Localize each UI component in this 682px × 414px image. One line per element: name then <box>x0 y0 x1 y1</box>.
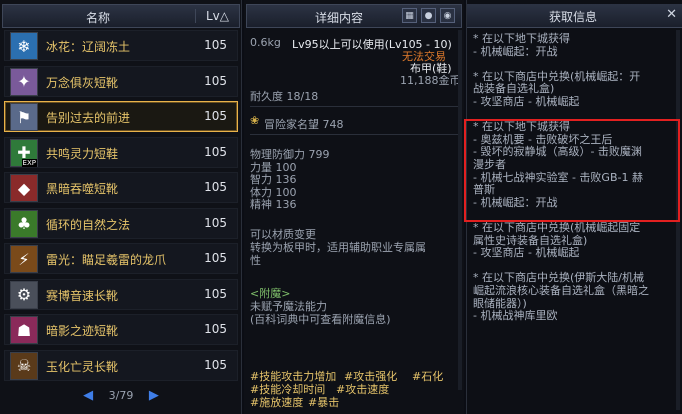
item-name: 万念俱灰短靴 <box>46 75 119 90</box>
list-item[interactable]: ⚙ 赛博音速长靴 105 <box>4 278 238 310</box>
tag-link[interactable]: #攻击速度 <box>336 381 389 397</box>
detail-panel: 详细内容 ▦ ● ◉ 0.6kg Lv95以上可以使用(Lv105 - 10) … <box>244 0 464 414</box>
exp-badge: EXP <box>21 158 37 167</box>
pager: ◀ 3/79 ▶ <box>0 388 242 408</box>
item-name: 雷光：瞄足羲雷的龙爪 <box>46 253 167 267</box>
source-title: 获取信息 <box>549 10 598 24</box>
ice-boots-icon: ❄ <box>10 32 38 60</box>
resonance-shoes-icon: ✚ EXP <box>10 138 38 167</box>
adventure-icon: ❀ <box>250 114 260 127</box>
lock-icon[interactable]: ● <box>421 8 436 23</box>
divider <box>250 106 458 107</box>
page-indicator: 3/79 <box>108 389 134 402</box>
item-level: 105 <box>204 180 227 194</box>
item-level: 105 <box>204 215 227 230</box>
tag-link[interactable]: #暴击 <box>308 394 339 410</box>
thunder-claw-icon: ⚡ <box>10 245 38 273</box>
prev-page-icon[interactable]: ◀ <box>81 388 95 403</box>
list-header: 名称 Lv△ <box>2 4 240 28</box>
item-level: 105 <box>204 73 227 88</box>
transform-line-2: 转换为板甲时，适用辅助职业专属属 <box>250 241 426 254</box>
item-name: 循环的自然之法 <box>46 217 131 232</box>
list-item[interactable]: ♣ 循环的自然之法 105 <box>4 207 238 239</box>
adventure-fame: 冒险家名望 748 <box>264 118 344 131</box>
item-level: 105 <box>204 322 227 336</box>
item-name: 玉化亡灵长靴 <box>46 359 119 374</box>
list-item[interactable]: ✦ 万念俱灰短靴 105 <box>4 65 238 97</box>
item-level: 105 <box>204 286 227 301</box>
detail-title: 详细内容 <box>315 11 364 25</box>
source-line: - 攻坚商店 - 机械崛起 <box>473 246 580 260</box>
item-name: 暗影之迹短靴 <box>46 324 119 338</box>
shadow-boots-icon: ☗ <box>10 316 38 344</box>
source-line: - 机械崛起：开战 <box>473 44 558 58</box>
list-item[interactable]: ☠ 玉化亡灵长靴 105 <box>4 349 238 381</box>
column-header-name[interactable]: 名称 <box>3 9 193 26</box>
dark-boots-icon: ◆ <box>10 174 38 202</box>
item-name: 共鸣灵力短鞋 <box>46 146 119 161</box>
item-name: 赛博音速长靴 <box>46 288 119 303</box>
divider <box>250 134 458 135</box>
jade-boots-icon: ☠ <box>10 351 38 380</box>
list-item[interactable]: ⚑ 告别过去的前进 105 <box>4 101 238 132</box>
detail-body: 0.6kg Lv95以上可以使用(Lv105 - 10) 无法交易 布甲(鞋) … <box>250 30 460 360</box>
detail-scrollbar[interactable] <box>458 30 462 390</box>
gray-boots-icon: ✦ <box>10 67 38 96</box>
source-line: - 机械战神库里欧 <box>473 309 558 323</box>
item-level: 105 <box>204 357 227 372</box>
nature-boots-icon: ♣ <box>10 209 38 238</box>
eye-icon[interactable]: ◉ <box>440 8 455 23</box>
item-level: 105 <box>204 144 227 159</box>
tag-link[interactable]: #石化 <box>412 368 443 384</box>
close-icon[interactable]: ✕ <box>666 7 677 22</box>
transform-line-3: 性 <box>250 254 261 267</box>
source-line: - 攻坚商店 - 机械崛起 <box>473 95 580 108</box>
item-price: 11,188金币 <box>400 74 460 87</box>
source-header: 获取信息 ✕ <box>467 4 682 28</box>
item-level: 105 <box>204 251 227 265</box>
item-name: 冰花：辽阔冻土 <box>46 40 131 54</box>
enchant-line-2: (百科词典中可查看附魔信息) <box>250 313 391 326</box>
item-name: 黑暗吞噬短靴 <box>46 182 119 196</box>
compare-icon[interactable]: ▦ <box>402 8 417 23</box>
next-page-icon[interactable]: ▶ <box>147 388 161 403</box>
item-level: 105 <box>204 38 227 52</box>
stat-line: 精神 136 <box>250 198 297 211</box>
list-item[interactable]: ❄ 冰花：辽阔冻土 105 <box>4 30 238 61</box>
list-item[interactable]: ☗ 暗影之迹短靴 105 <box>4 314 238 345</box>
item-name: 告别过去的前进 <box>46 111 131 125</box>
item-list-panel: 名称 Lv△ ❄ 冰花：辽阔冻土 105 ✦ 万念俱灰短靴 105 ⚑ 告别过去的前进 105 ✚… <box>0 0 242 414</box>
tag-link[interactable]: #施放速度 <box>250 394 303 410</box>
detail-header: 详细内容 ▦ ● ◉ <box>246 4 462 28</box>
cyber-boots-icon: ⚙ <box>10 280 38 309</box>
highlight-box <box>464 119 680 222</box>
column-header-level[interactable]: Lv△ <box>195 9 239 23</box>
item-level: 105 <box>204 109 227 123</box>
item-weight: 0.6kg <box>250 36 281 49</box>
durability: 耐久度 18/18 <box>250 90 319 103</box>
farewell-boots-icon: ⚑ <box>10 103 38 131</box>
list-item[interactable]: ◆ 黑暗吞噬短靴 105 <box>4 172 238 203</box>
list-item[interactable]: ✚ EXP 共鸣灵力短鞋 105 <box>4 136 238 168</box>
list-item[interactable]: ⚡ 雷光：瞄足羲雷的龙爪 105 <box>4 243 238 274</box>
